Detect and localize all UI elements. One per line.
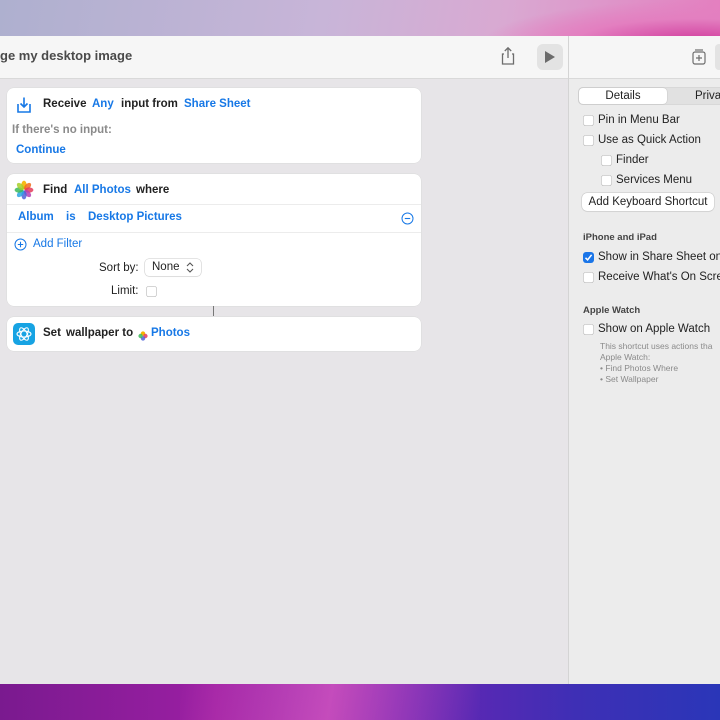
iphone-ipad-section-title: iPhone and iPad: [583, 232, 657, 243]
receive-action-card[interactable]: Receive Any input from Share Sheet If th…: [7, 88, 421, 163]
tab-details[interactable]: Details: [579, 88, 667, 104]
desktop-wallpaper-top: [0, 0, 720, 36]
updown-chevron-icon: [186, 262, 194, 273]
filter-field-token[interactable]: Album: [18, 211, 54, 223]
where-label: where: [136, 184, 170, 196]
finder-checkbox[interactable]: [601, 155, 612, 166]
checkmark-icon: [584, 254, 593, 262]
photos-variable-icon: [138, 328, 148, 346]
show-on-watch-label: Show on Apple Watch: [598, 323, 711, 335]
details-sidebar: Details Priva Pin in Menu Bar Use as Qui…: [568, 36, 720, 684]
tab-privacy[interactable]: Priva: [695, 88, 720, 104]
quick-action-checkbox[interactable]: [583, 135, 594, 146]
sidebar-toolbar: [569, 36, 720, 79]
find-target-token[interactable]: All Photos: [74, 184, 131, 196]
sidebar-segmented-control: Details Priva: [578, 87, 720, 105]
wallpaper-icon: [13, 323, 35, 350]
share-sheet-label: Show in Share Sheet on: [598, 251, 720, 263]
add-keyboard-shortcut-button[interactable]: Add Keyboard Shortcut: [582, 193, 714, 211]
apple-watch-section-title: Apple Watch: [583, 305, 641, 316]
limit-label: Limit:: [111, 285, 139, 297]
finder-label: Finder: [616, 154, 649, 166]
shortcut-editor: ge my desktop image Receive Any input fr…: [0, 36, 568, 684]
input-from-label: input from: [121, 98, 178, 110]
photos-app-icon: [14, 180, 34, 205]
filter-operator-token[interactable]: is: [66, 211, 76, 223]
watch-note-line: Apple Watch:: [600, 352, 651, 362]
find-label: Find: [43, 184, 68, 196]
action-library-icon[interactable]: [691, 48, 707, 71]
quick-action-label: Use as Quick Action: [598, 134, 701, 146]
shortcuts-window: ge my desktop image Receive Any input fr…: [0, 36, 720, 684]
run-button[interactable]: [537, 44, 563, 70]
watch-note-line: • Set Wallpaper: [600, 374, 659, 384]
receive-icon: [15, 96, 33, 119]
watch-note-line: This shortcut uses actions tha: [600, 341, 713, 351]
action-connector: [213, 306, 214, 316]
find-photos-action-card[interactable]: Find All Photos where Album is Desktop P…: [7, 174, 421, 306]
sort-by-label: Sort by:: [99, 262, 139, 274]
filter-value-token[interactable]: Desktop Pictures: [88, 211, 182, 223]
services-menu-label: Services Menu: [616, 174, 693, 186]
input-type-token[interactable]: Any: [92, 98, 114, 110]
wallpaper-to-label: wallpaper to: [66, 327, 134, 339]
set-label: Set: [43, 327, 61, 339]
no-input-label: If there's no input:: [12, 124, 112, 136]
shortcut-title[interactable]: ge my desktop image: [0, 48, 132, 63]
receive-label: Receive: [43, 98, 87, 110]
show-on-watch-checkbox[interactable]: [583, 324, 594, 335]
sort-by-select[interactable]: None: [145, 259, 201, 276]
share-icon[interactable]: [497, 45, 519, 67]
sort-by-value: None: [152, 261, 180, 273]
receive-onscreen-checkbox[interactable]: [583, 272, 594, 283]
services-menu-checkbox[interactable]: [601, 175, 612, 186]
play-icon: [545, 51, 555, 63]
desktop-wallpaper-bottom: [0, 684, 720, 720]
input-source-token[interactable]: Share Sheet: [184, 98, 250, 110]
receive-onscreen-label: Receive What's On Scree: [598, 271, 720, 283]
add-filter-button[interactable]: Add Filter: [33, 238, 82, 250]
remove-filter-icon[interactable]: [401, 212, 414, 230]
sidebar-toggle-button[interactable]: [715, 44, 720, 70]
wallpaper-source-token[interactable]: Photos: [151, 327, 190, 339]
pin-menu-bar-label: Pin in Menu Bar: [598, 114, 680, 126]
editor-toolbar: ge my desktop image: [0, 36, 568, 79]
pin-menu-bar-checkbox[interactable]: [583, 115, 594, 126]
set-wallpaper-action-card[interactable]: Set wallpaper to Photos: [7, 317, 421, 351]
add-filter-icon[interactable]: [14, 238, 27, 256]
watch-note-line: • Find Photos Where: [600, 363, 679, 373]
no-input-behavior-token[interactable]: Continue: [16, 144, 66, 156]
limit-checkbox[interactable]: [146, 286, 157, 297]
share-sheet-checkbox[interactable]: [583, 252, 594, 263]
